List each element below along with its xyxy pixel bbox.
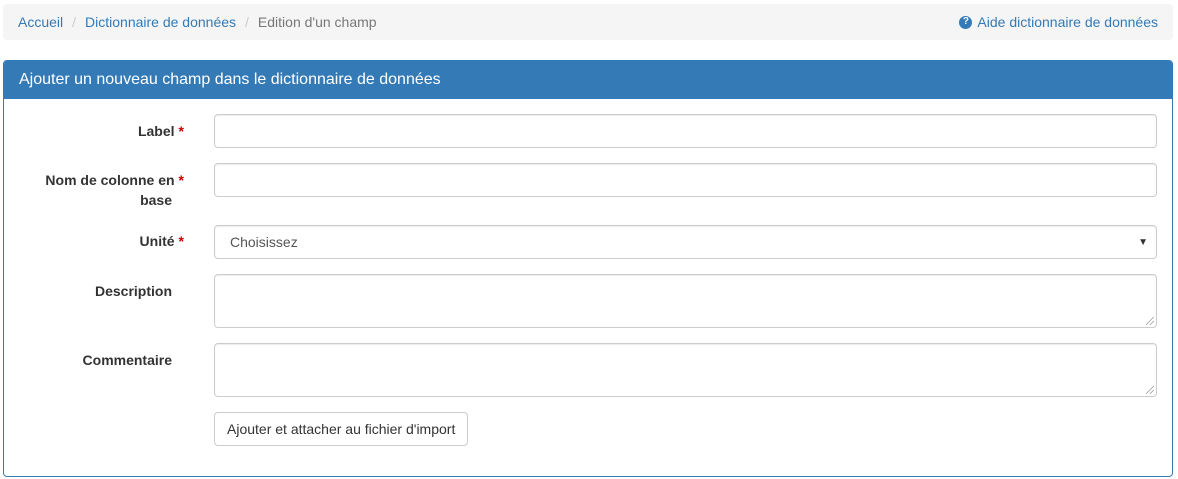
comment-textarea[interactable] (214, 343, 1157, 397)
label-field-label: Label * (24, 121, 184, 141)
column-name-label-line1: Nom de colonne en (45, 172, 175, 188)
column-name-input[interactable] (214, 163, 1157, 197)
unit-label-text: Unité (139, 233, 175, 249)
breadcrumb-separator: / (72, 14, 77, 30)
add-field-panel: Ajouter un nouveau champ dans le diction… (3, 60, 1173, 477)
column-name-field-label: Nom de colonne en * base (24, 170, 184, 210)
breadcrumb: Accueil / Dictionnaire de données / Edit… (3, 4, 1173, 40)
question-circle-icon: ? (959, 15, 973, 29)
required-mark: * (178, 233, 184, 249)
breadcrumb-separator: / (245, 14, 249, 30)
description-textarea[interactable] (214, 274, 1157, 328)
help-link[interactable]: ? Aide dictionnaire de données (959, 14, 1158, 30)
resize-handle-icon[interactable] (1146, 386, 1154, 394)
breadcrumb-dictionary-link[interactable]: Dictionnaire de données (85, 14, 236, 30)
breadcrumb-home-link[interactable]: Accueil (18, 14, 63, 30)
unit-select-value: Choisissez (230, 234, 298, 250)
panel-title: Ajouter un nouveau champ dans le diction… (4, 61, 1172, 99)
resize-handle-icon[interactable] (1146, 317, 1154, 325)
column-name-label-line2: base (140, 192, 172, 208)
caret-down-icon: ▼ (1138, 236, 1148, 248)
required-mark: * (178, 172, 184, 188)
label-text: Label (137, 123, 175, 139)
add-and-attach-button[interactable]: Ajouter et attacher au fichier d'import (214, 412, 469, 446)
comment-field-label: Commentaire (82, 352, 172, 368)
unit-field-label: Unité * (24, 231, 184, 251)
unit-select[interactable]: Choisissez ▼ (214, 225, 1157, 259)
description-field-label: Description (94, 283, 172, 299)
required-mark: * (178, 123, 184, 139)
help-link-label: Aide dictionnaire de données (977, 14, 1158, 30)
breadcrumb-current: Edition d'un champ (257, 14, 377, 30)
label-input[interactable] (214, 114, 1157, 148)
